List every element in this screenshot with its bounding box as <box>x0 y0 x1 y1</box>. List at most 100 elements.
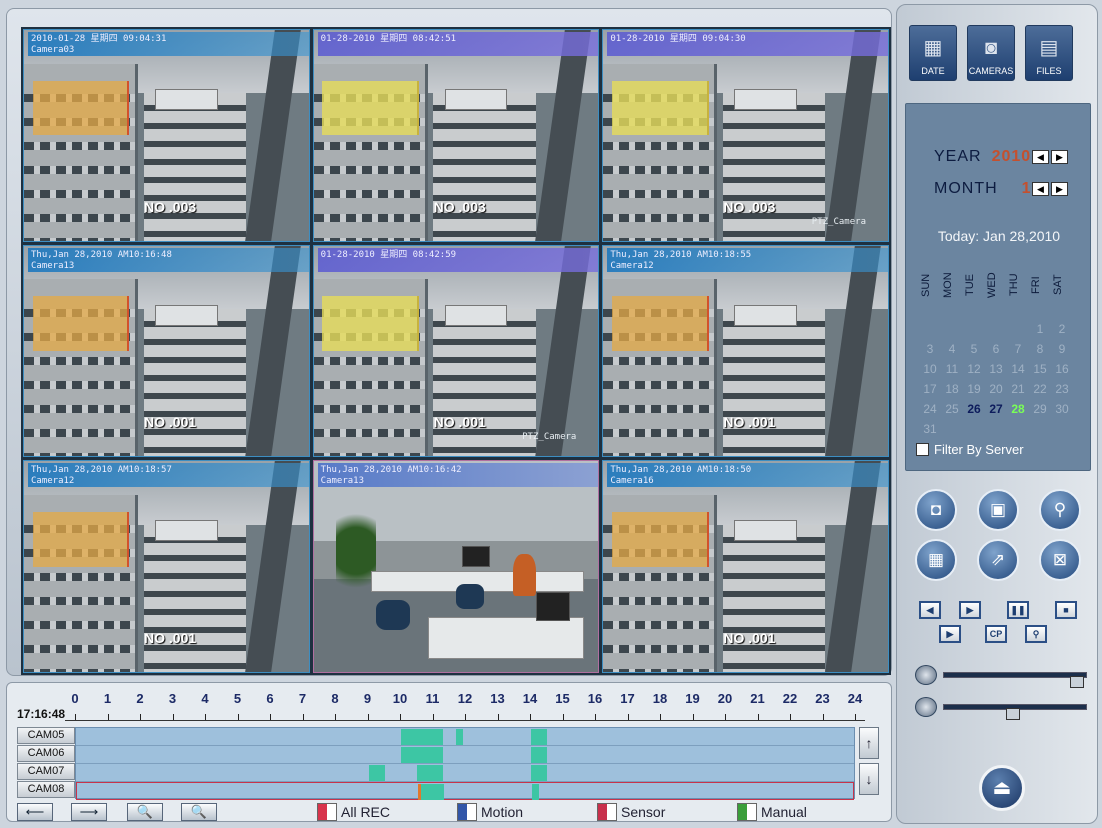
calendar-day[interactable]: 6 <box>988 342 1004 356</box>
calendar-day[interactable]: 5 <box>966 342 982 356</box>
cam-label[interactable]: CAM06 <box>17 745 75 762</box>
recording-tracks[interactable] <box>75 727 855 800</box>
speed-track[interactable] <box>943 704 1087 720</box>
calendar-day[interactable]: 26 <box>966 402 982 416</box>
month-prev-button[interactable]: ◀ <box>1032 182 1049 196</box>
calendar-day[interactable]: 2 <box>1054 322 1070 336</box>
next-button[interactable]: ⟶ <box>71 803 107 821</box>
exit-button[interactable]: ⏏ <box>979 765 1025 811</box>
volume-thumb[interactable] <box>1070 676 1084 688</box>
camera-tile[interactable]: 01-28-2010 星期四 08:42:59 NO .001 PTZ_Camera <box>312 244 600 458</box>
camera-tile[interactable]: 01-28-2010 星期四 09:04:30 NO .003 PTZ_Camera <box>602 29 889 242</box>
recording-track[interactable] <box>76 782 854 800</box>
hour-label: 18 <box>652 691 668 706</box>
calendar-day[interactable]: 16 <box>1054 362 1070 376</box>
scroll-down-button[interactable]: ↓ <box>859 763 879 795</box>
camera-tile[interactable]: 01-28-2010 星期四 08:42:51 NO .003 <box>312 29 600 242</box>
step-forward-button[interactable]: ▶ <box>959 601 981 619</box>
scroll-up-button[interactable]: ↑ <box>859 727 879 759</box>
layout-button[interactable]: ▦ <box>915 539 957 581</box>
calendar-day[interactable]: 20 <box>988 382 1004 396</box>
calendar-day[interactable]: 17 <box>922 382 938 396</box>
zoom-icon: ⚲ <box>1032 629 1040 639</box>
camera-tile[interactable]: Thu,Jan 28,2010 AM10:16:48 Camera13 NO .0… <box>23 244 310 458</box>
camera-tile[interactable]: 2010-01-28 星期四 09:04:31 Camera03 NO .003 <box>23 29 310 242</box>
building <box>143 93 247 241</box>
calendar-day[interactable]: 7 <box>1010 342 1026 356</box>
calendar-day[interactable]: 8 <box>1032 342 1048 356</box>
calendar-day[interactable]: 27 <box>988 402 1004 416</box>
speed-slider[interactable] <box>915 697 1087 720</box>
zoom-out-button[interactable]: 🔍 <box>181 803 217 821</box>
cam-label[interactable]: CAM07 <box>17 763 75 780</box>
search-button[interactable]: ⚲ <box>1039 489 1081 531</box>
calendar-day[interactable]: 12 <box>966 362 982 376</box>
prev-button[interactable]: ⟵ <box>17 803 53 821</box>
playhead-marker[interactable] <box>418 784 422 800</box>
calendar-day[interactable]: 21 <box>1010 382 1026 396</box>
stop-button[interactable]: ■ <box>1055 601 1077 619</box>
year-prev-button[interactable]: ◀ <box>1032 150 1049 164</box>
zoom-in-button[interactable]: 🔍 <box>127 803 163 821</box>
pause-button[interactable]: ❚❚ <box>1007 601 1029 619</box>
desk <box>427 617 585 660</box>
fullscreen-button[interactable]: ⇗ <box>977 539 1019 581</box>
calendar-day[interactable]: 31 <box>922 422 938 436</box>
camera-tile[interactable]: Thu,Jan 28,2010 AM10:16:42 Camera13 <box>312 460 600 673</box>
legend-all-rec: All REC <box>317 803 390 821</box>
filter-by-server[interactable]: Filter By Server <box>916 442 1024 457</box>
cam-label[interactable]: CAM05 <box>17 727 75 744</box>
recording-track[interactable] <box>76 764 854 782</box>
camera-tile[interactable]: Thu,Jan 28,2010 AM10:18:55 Camera12 NO .0… <box>602 244 889 458</box>
calendar-day[interactable]: 18 <box>944 382 960 396</box>
weekday-label: TUE <box>964 274 976 296</box>
calendar-day[interactable]: 3 <box>922 342 938 356</box>
recording-track[interactable] <box>76 728 854 746</box>
weekday-label: SUN <box>920 273 932 297</box>
calendar-day[interactable]: 22 <box>1032 382 1048 396</box>
recording-track[interactable] <box>76 746 854 764</box>
cameras-button[interactable]: ◙ CAMERAS <box>967 25 1015 81</box>
cam-label[interactable]: CAM08 <box>17 781 75 798</box>
calendar-day[interactable]: 10 <box>922 362 938 376</box>
step-back-icon: ◀ <box>926 605 934 615</box>
calendar-day[interactable]: 23 <box>1054 382 1070 396</box>
backup-button[interactable]: ▣ <box>977 489 1019 531</box>
close-all-button[interactable]: ⊠ <box>1039 539 1081 581</box>
calendar-day[interactable]: 13 <box>988 362 1004 376</box>
calendar-day[interactable]: 25 <box>944 402 960 416</box>
hour-label: 17 <box>620 691 635 706</box>
calendar-day[interactable]: 29 <box>1032 402 1048 416</box>
calendar-day[interactable]: 28 <box>1010 402 1026 416</box>
volume-track[interactable] <box>943 672 1087 688</box>
calendar-day[interactable]: 15 <box>1032 362 1048 376</box>
hour-tick <box>660 714 661 720</box>
calendar-day[interactable]: 14 <box>1010 362 1026 376</box>
volume-slider[interactable] <box>915 665 1087 688</box>
cp-button[interactable]: CP <box>985 625 1007 643</box>
hour-ruler[interactable]: 0 1 2 3 4 5 6 7 8 9 10 11 12 13 14 15 16 17 18 19 20 21 22 23 24 <box>65 691 865 721</box>
speed-thumb[interactable] <box>1006 708 1020 720</box>
calendar-day[interactable]: 24 <box>922 402 938 416</box>
files-button[interactable]: ▤ FILES <box>1025 25 1073 81</box>
month-next-button[interactable]: ▶ <box>1051 182 1068 196</box>
snapshot-button[interactable]: ◘ <box>915 489 957 531</box>
camera-osd: Thu,Jan 28,2010 AM10:16:42 Camera13 <box>317 463 599 488</box>
camera-tile[interactable]: Thu,Jan 28,2010 AM10:18:50 Camera16 NO .0… <box>602 460 889 673</box>
hour-tick <box>497 714 499 720</box>
calendar-day[interactable]: 9 <box>1054 342 1070 356</box>
zoom-button[interactable]: ⚲ <box>1025 625 1047 643</box>
year-next-button[interactable]: ▶ <box>1051 150 1068 164</box>
calendar-day[interactable]: 19 <box>966 382 982 396</box>
step-back-button[interactable]: ◀ <box>919 601 941 619</box>
calendar-day[interactable]: 1 <box>1032 322 1048 336</box>
calendar-day[interactable]: 30 <box>1054 402 1070 416</box>
calendar-day[interactable]: 4 <box>944 342 960 356</box>
filter-checkbox[interactable] <box>916 443 929 456</box>
play-button[interactable]: ▶ <box>939 625 961 643</box>
calendar-day[interactable]: 11 <box>944 362 960 376</box>
hour-label: 23 <box>815 691 830 706</box>
camera-tile[interactable]: Thu,Jan 28,2010 AM10:18:57 Camera12 NO .0… <box>23 460 310 673</box>
date-button[interactable]: ▦ DATE <box>909 25 957 81</box>
building <box>433 93 536 241</box>
